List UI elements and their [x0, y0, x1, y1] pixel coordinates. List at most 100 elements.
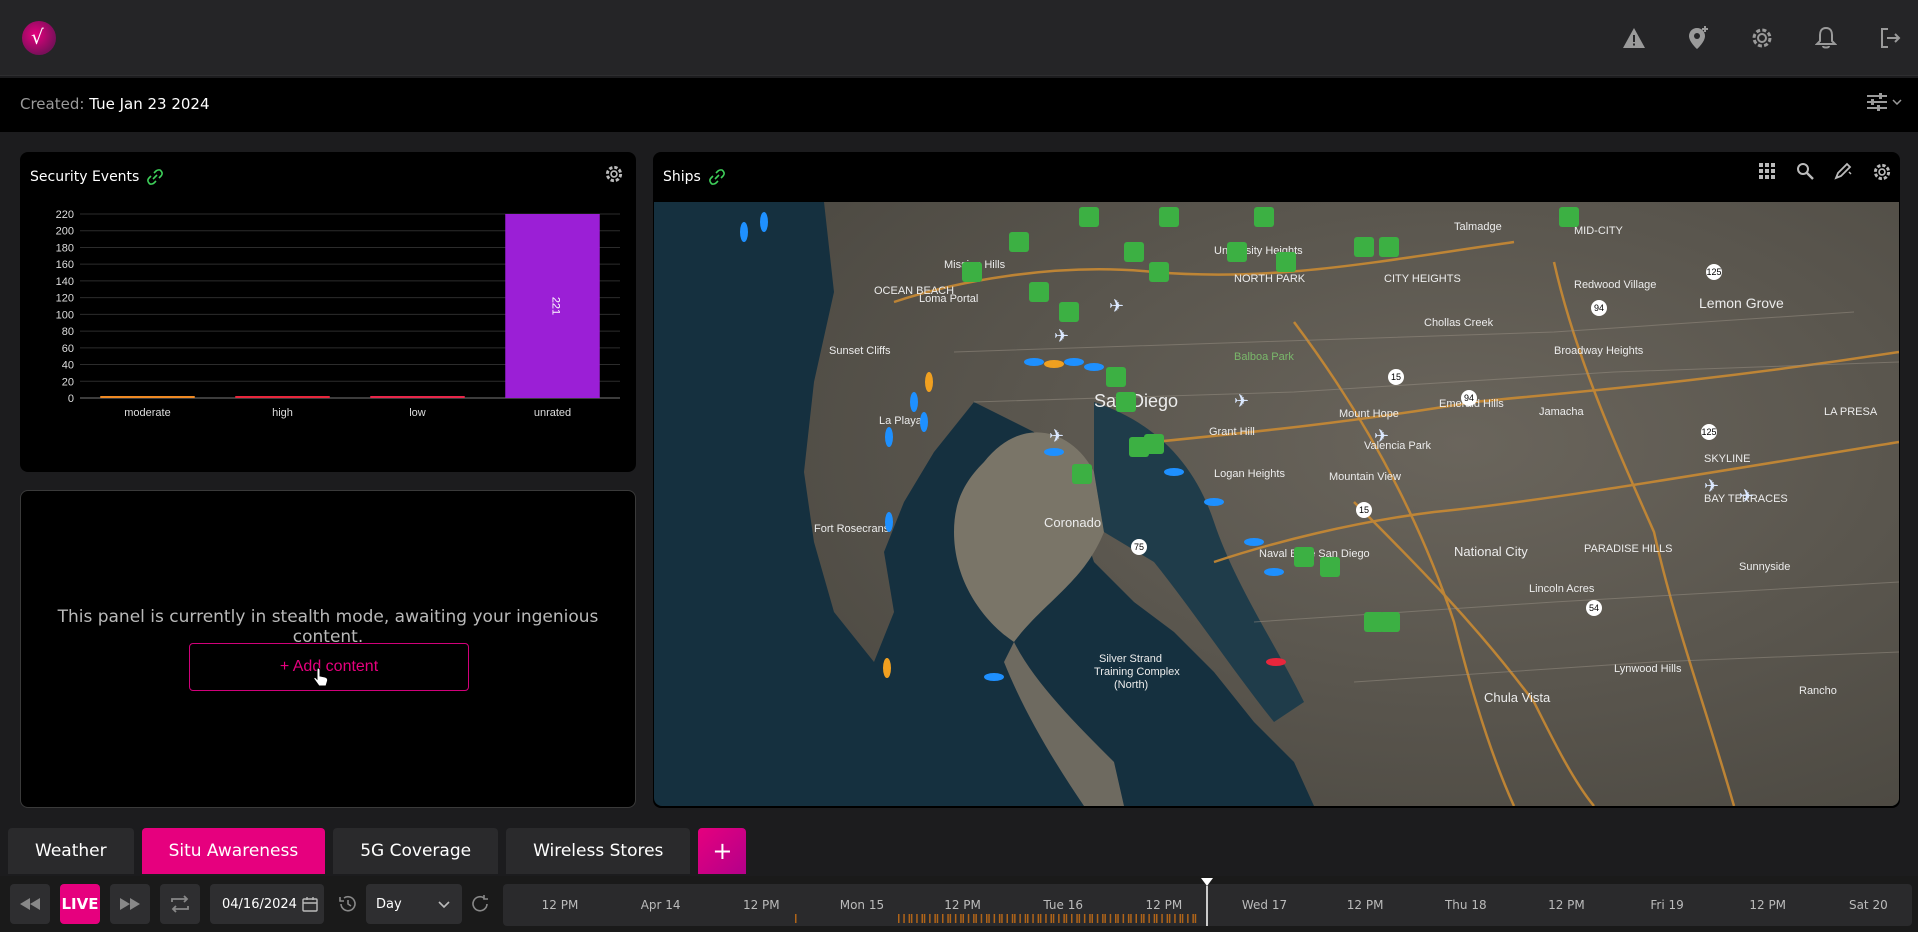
- empty-panel-message: This panel is currently in stealth mode,…: [57, 607, 599, 647]
- svg-text:(North): (North): [1114, 679, 1148, 691]
- event-density-mark: [1115, 914, 1117, 923]
- top-icons: [1620, 24, 1904, 52]
- event-density-mark: [1027, 914, 1029, 923]
- event-density-mark: [988, 914, 990, 923]
- event-density-mark: [975, 914, 977, 923]
- svg-text:✈: ✈: [1704, 476, 1719, 497]
- svg-text:Training Complex: Training Complex: [1094, 666, 1180, 678]
- svg-text:94: 94: [1464, 393, 1474, 403]
- svg-text:LA PRESA: LA PRESA: [1824, 406, 1878, 418]
- event-density-mark: [1130, 914, 1132, 923]
- bell-icon[interactable]: [1812, 24, 1840, 52]
- svg-text:✈: ✈: [1054, 326, 1069, 347]
- rewind-button[interactable]: [10, 884, 50, 924]
- link-icon[interactable]: [708, 169, 725, 185]
- live-button[interactable]: LIVE: [60, 884, 100, 924]
- event-density-mark: [1166, 914, 1169, 923]
- timeline-tick-label: Wed 17: [1241, 898, 1288, 912]
- edit-icon[interactable]: [1834, 162, 1852, 180]
- event-density-mark: [1174, 914, 1176, 923]
- svg-text:Naval Base San Diego: Naval Base San Diego: [1259, 548, 1370, 560]
- event-density-mark: [1014, 914, 1016, 923]
- map-toolbar: [1758, 162, 1892, 182]
- timeline-tick-label: Fri 19: [1650, 898, 1684, 912]
- svg-text:Loma Portal: Loma Portal: [919, 293, 978, 305]
- event-density-mark: [1109, 914, 1112, 923]
- timeline-tick-label: 12 PM: [944, 898, 981, 912]
- svg-text:Chula Vista: Chula Vista: [1484, 690, 1551, 705]
- event-density-mark: [986, 914, 988, 923]
- tab-5g-coverage[interactable]: 5G Coverage: [333, 828, 499, 874]
- date-value: 04/16/2024: [222, 896, 297, 912]
- event-density-mark: [1071, 914, 1073, 923]
- svg-text:125: 125: [1706, 267, 1721, 277]
- alert-triangle-icon[interactable]: [1620, 24, 1648, 52]
- timeline-tick-label: Sat 20: [1848, 898, 1888, 912]
- event-density-mark: [1058, 914, 1060, 923]
- event-density-mark: [1032, 914, 1034, 923]
- svg-text:Grant Hill: Grant Hill: [1209, 426, 1255, 438]
- history-icon[interactable]: [338, 894, 358, 914]
- y-tick-label: 20: [62, 376, 74, 388]
- event-density-mark: [1156, 914, 1158, 923]
- event-density-mark: [1065, 914, 1068, 923]
- svg-text:Balboa Park: Balboa Park: [1234, 351, 1294, 363]
- search-icon[interactable]: [1796, 162, 1814, 180]
- event-density-mark: [910, 914, 913, 923]
- fast-forward-button[interactable]: [110, 884, 150, 924]
- svg-text:La Playa: La Playa: [879, 415, 923, 427]
- bar-high: [235, 396, 330, 398]
- event-density-mark: [960, 914, 962, 923]
- tab-weather[interactable]: Weather: [8, 828, 134, 874]
- app-logo[interactable]: [22, 21, 56, 55]
- chevron-down-icon: [438, 901, 450, 909]
- y-tick-label: 40: [62, 360, 74, 372]
- empty-panel: This panel is currently in stealth mode,…: [20, 490, 636, 808]
- tab-situ-awareness[interactable]: Situ Awareness: [141, 828, 326, 874]
- y-tick-label: 180: [56, 242, 74, 254]
- timeline-track[interactable]: 12 PM Apr 14 12 PM Mon 15 12 PM Tue 16 12 PM We…: [503, 878, 1912, 926]
- event-density-mark: [1011, 914, 1014, 923]
- repeat-icon: [171, 895, 189, 913]
- x-tick-label: low: [409, 407, 426, 419]
- y-tick-label: 120: [56, 293, 74, 305]
- svg-text:75: 75: [1134, 542, 1144, 552]
- chevron-down-icon: [1892, 99, 1902, 105]
- gear-icon[interactable]: [1748, 24, 1776, 52]
- gear-icon[interactable]: [1872, 162, 1892, 182]
- add-content-button[interactable]: + Add content: [189, 643, 469, 691]
- calendar-icon[interactable]: [302, 896, 318, 912]
- date-input[interactable]: 04/16/2024: [210, 884, 324, 924]
- event-density-mark: [947, 914, 949, 923]
- security-events-title: Security Events: [30, 169, 164, 185]
- event-density-mark: [1135, 914, 1137, 923]
- panel-settings-gear-icon[interactable]: [604, 164, 624, 184]
- event-density-mark: [1192, 914, 1194, 923]
- svg-text:MID-CITY: MID-CITY: [1574, 225, 1624, 237]
- svg-text:Sunset Cliffs: Sunset Cliffs: [829, 345, 891, 357]
- svg-text:Redwood Village: Redwood Village: [1574, 279, 1656, 291]
- pin-add-icon[interactable]: [1684, 24, 1712, 52]
- event-density-mark: [1039, 914, 1042, 923]
- event-density-mark: [1187, 914, 1189, 923]
- svg-text:Mountain View: Mountain View: [1329, 471, 1401, 483]
- refresh-icon[interactable]: [470, 894, 490, 914]
- logout-icon[interactable]: [1876, 24, 1904, 52]
- add-tab-button[interactable]: +: [698, 828, 747, 874]
- event-density-mark: [898, 914, 900, 923]
- svg-text:NORTH PARK: NORTH PARK: [1234, 273, 1306, 285]
- svg-text:Fort Rosecrans: Fort Rosecrans: [814, 523, 890, 535]
- y-tick-label: 60: [62, 343, 74, 355]
- grid-icon[interactable]: [1758, 162, 1776, 180]
- loop-button[interactable]: [160, 884, 200, 924]
- event-density-mark: [1045, 914, 1047, 923]
- security-events-panel: Security Events 0 20 40 60 80 100 120 140 160 180…: [20, 152, 636, 472]
- svg-text:✈: ✈: [1739, 486, 1754, 507]
- range-select[interactable]: Day: [366, 884, 462, 924]
- svg-text:✈: ✈: [1234, 391, 1249, 412]
- filter-button[interactable]: [1866, 93, 1902, 111]
- satellite-map[interactable]: Mission Hills University Heights NORTH P…: [654, 202, 1899, 806]
- svg-text:Coronado: Coronado: [1044, 515, 1101, 530]
- tab-wireless-stores[interactable]: Wireless Stores: [506, 828, 691, 874]
- link-icon[interactable]: [147, 169, 164, 185]
